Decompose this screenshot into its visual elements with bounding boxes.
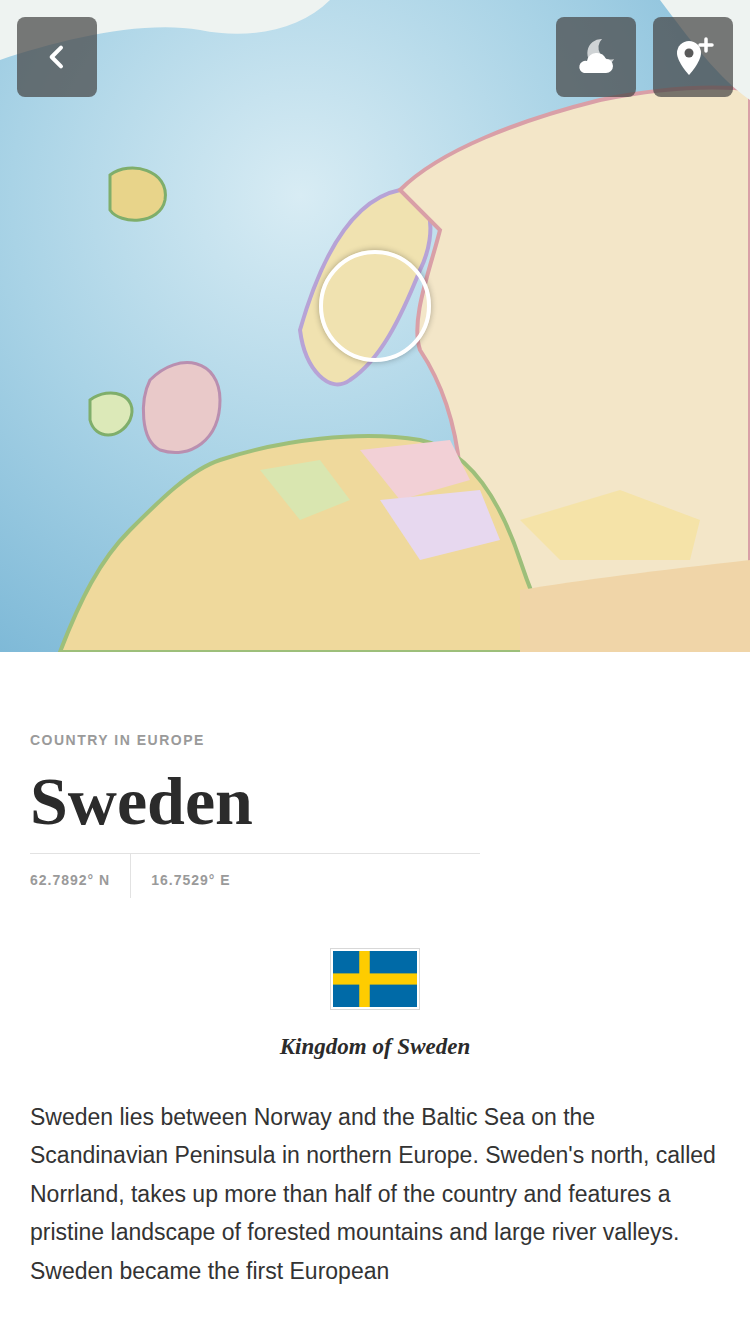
- sweden-flag-icon: [333, 951, 417, 1007]
- category-label: COUNTRY IN EUROPE: [30, 732, 720, 748]
- official-name: Kingdom of Sweden: [30, 1034, 720, 1060]
- latitude: 62.7892° N: [30, 854, 131, 898]
- header-bar: [17, 17, 733, 97]
- country-details: COUNTRY IN EUROPE Sweden 62.7892° N16.7529…: [0, 652, 750, 1290]
- add-place-button[interactable]: [653, 17, 733, 97]
- coordinates-row: 62.7892° N16.7529° E: [30, 853, 480, 898]
- longitude: 16.7529° E: [131, 854, 250, 898]
- country-page: COUNTRY IN EUROPE Sweden 62.7892° N16.7529…: [0, 0, 750, 1334]
- back-button[interactable]: [17, 17, 97, 97]
- weather-button[interactable]: [556, 17, 636, 97]
- globe-map[interactable]: [0, 0, 750, 652]
- moon-cloud-icon: [572, 33, 620, 81]
- flag: [330, 948, 420, 1010]
- country-title: Sweden: [30, 764, 720, 839]
- map-area: [0, 0, 750, 652]
- description: Sweden lies between Norway and the Balti…: [30, 1098, 720, 1291]
- location-marker[interactable]: [319, 250, 431, 362]
- add-pin-icon: [669, 33, 717, 81]
- back-icon: [41, 41, 73, 73]
